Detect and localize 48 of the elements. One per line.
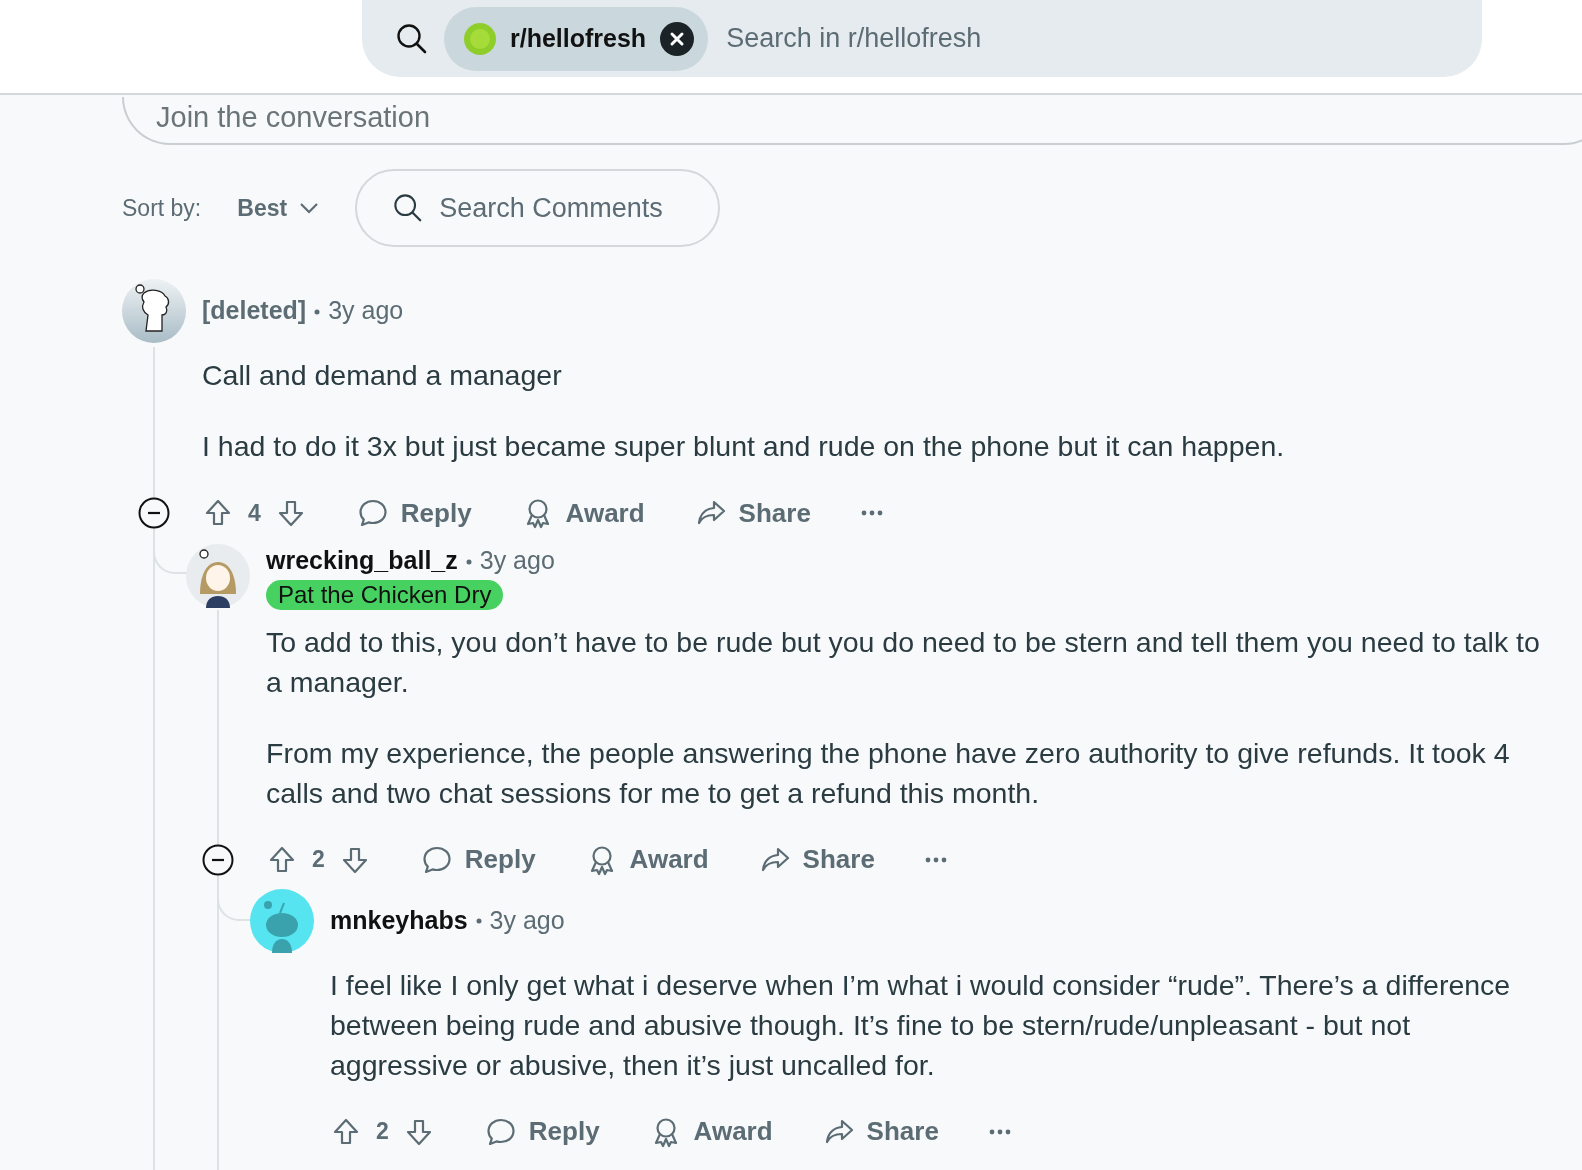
avatar[interactable] xyxy=(186,543,250,608)
sort-label: Sort by: xyxy=(122,193,202,223)
user-flair: Pat the Chicken Dry xyxy=(266,579,504,610)
reply-button[interactable]: Reply xyxy=(420,840,536,879)
timestamp: 3y ago xyxy=(489,904,565,936)
search-icon xyxy=(393,193,424,223)
comment-text: From my experience, the people answering the phone have zero authority to give refunds. It took 4 calls and two chat sessions for me to get a refund this month. xyxy=(266,735,1511,811)
share-button[interactable]: Share xyxy=(694,493,811,533)
avatar[interactable] xyxy=(122,279,186,343)
close-button[interactable] xyxy=(660,21,695,56)
chevron-icon xyxy=(299,202,320,214)
reply-button[interactable]: Reply xyxy=(356,493,472,533)
speech-bubble-icon xyxy=(356,497,389,529)
composer-input[interactable]: Join the conversation xyxy=(156,95,756,139)
reply-button[interactable]: Reply xyxy=(484,1112,600,1151)
separator-dot xyxy=(314,308,321,315)
username[interactable]: mnkeyhabs xyxy=(330,901,468,940)
separator-dot xyxy=(475,918,482,925)
comment-text: Call and demand a manager xyxy=(202,358,563,393)
comment-search-input[interactable]: Search Comments xyxy=(437,186,688,230)
username[interactable]: wrecking_ball_z xyxy=(266,542,458,580)
share-button[interactable]: Share xyxy=(822,1112,939,1151)
timestamp: 3y ago xyxy=(328,295,404,327)
search-bar[interactable]: r/hellofresh Search in r/hellofresh xyxy=(362,0,1482,77)
community-icon xyxy=(464,22,496,55)
vote-count: 4 xyxy=(248,498,261,528)
sort-dropdown[interactable]: Best xyxy=(237,190,320,226)
comment-composer[interactable]: Join the conversation xyxy=(122,97,1582,145)
community-name: r/hellofresh xyxy=(510,22,647,54)
separator-dot xyxy=(465,558,472,565)
award-button[interactable]: Award xyxy=(585,840,709,879)
more-button[interactable] xyxy=(860,510,883,516)
award-button[interactable]: Award xyxy=(521,493,645,533)
comment-text: To add to this, you don’t have to be rude but you do need to be stern and tell them you need to talk to a manager. xyxy=(266,624,1541,700)
comment-text: I had to do it 3x but just became super blunt and rude on the phone but it can happen. xyxy=(202,429,1286,464)
search-icon xyxy=(396,22,428,55)
comment-search-field[interactable]: Search Comments xyxy=(355,169,721,247)
vote-count: 2 xyxy=(312,845,325,875)
community-chip[interactable]: r/hellofresh xyxy=(444,6,709,71)
more-button[interactable] xyxy=(988,1128,1011,1135)
comment-text: I feel like I only get what i deserve when I’m what i would consider “rude”. There’s a difference between being rude and abusive though. It’s fine to be stern/rude/unpleasant - but not aggressive or abusive, then it’s just uncalled for. xyxy=(330,967,1512,1083)
award-button[interactable]: Award xyxy=(649,1112,773,1151)
more-button[interactable] xyxy=(924,856,947,863)
username[interactable]: [deleted] xyxy=(202,292,307,330)
search-input[interactable]: Search in r/hellofresh xyxy=(724,17,1325,60)
vote-count: 2 xyxy=(376,1117,389,1147)
share-button[interactable]: Share xyxy=(758,840,875,879)
timestamp: 3y ago xyxy=(479,545,555,576)
